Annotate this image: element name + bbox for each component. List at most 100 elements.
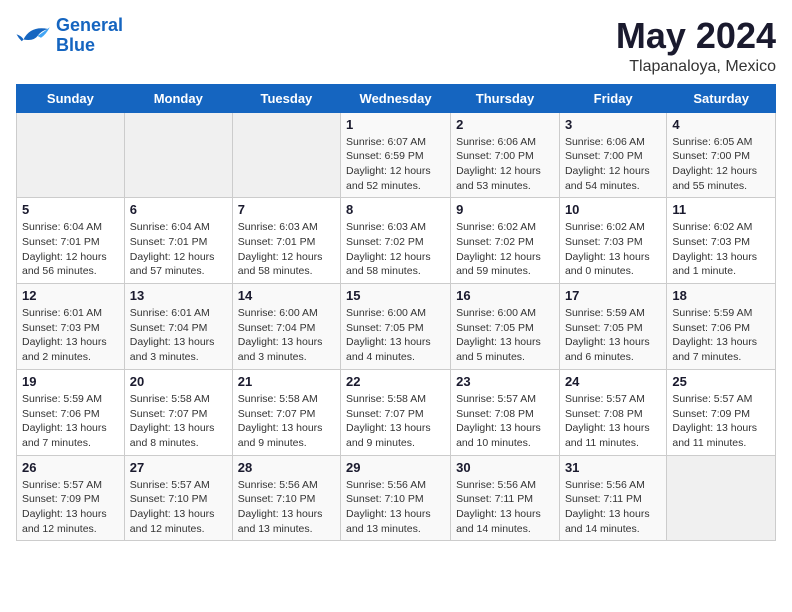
calendar-cell	[232, 112, 340, 198]
page-header: General Blue May 2024 Tlapanaloya, Mexic…	[16, 16, 776, 76]
day-info: Sunrise: 5:57 AM Sunset: 7:08 PM Dayligh…	[565, 392, 661, 451]
day-number: 20	[130, 374, 227, 389]
day-number: 15	[346, 288, 445, 303]
calendar-week-4: 19 Sunrise: 5:59 AM Sunset: 7:06 PM Dayli…	[17, 369, 776, 455]
calendar-cell: 10 Sunrise: 6:02 AM Sunset: 7:03 PM Dayli…	[559, 198, 666, 284]
calendar-cell: 29 Sunrise: 5:56 AM Sunset: 7:10 PM Dayli…	[341, 455, 451, 541]
day-info: Sunrise: 6:00 AM Sunset: 7:05 PM Dayligh…	[346, 306, 445, 365]
calendar-cell: 18 Sunrise: 5:59 AM Sunset: 7:06 PM Dayli…	[667, 284, 776, 370]
day-info: Sunrise: 6:05 AM Sunset: 7:00 PM Dayligh…	[672, 135, 770, 194]
day-number: 18	[672, 288, 770, 303]
day-number: 25	[672, 374, 770, 389]
day-number: 2	[456, 117, 554, 132]
day-number: 11	[672, 202, 770, 217]
calendar-cell: 12Sunrise: 6:01 AM Sunset: 7:03 PM Dayli…	[17, 284, 125, 370]
calendar-week-2: 5Sunrise: 6:04 AM Sunset: 7:01 PM Daylig…	[17, 198, 776, 284]
day-number: 12	[22, 288, 119, 303]
calendar-cell: 9 Sunrise: 6:02 AM Sunset: 7:02 PM Daylig…	[451, 198, 560, 284]
day-number: 4	[672, 117, 770, 132]
day-number: 26	[22, 460, 119, 475]
day-info: Sunrise: 5:56 AM Sunset: 7:10 PM Dayligh…	[346, 478, 445, 537]
day-number: 27	[130, 460, 227, 475]
day-info: Sunrise: 5:57 AM Sunset: 7:09 PM Dayligh…	[672, 392, 770, 451]
calendar-week-5: 26 Sunrise: 5:57 AM Sunset: 7:09 PM Dayli…	[17, 455, 776, 541]
calendar-cell: 31Sunrise: 5:56 AM Sunset: 7:11 PM Dayli…	[559, 455, 666, 541]
calendar-cell: 20 Sunrise: 5:58 AM Sunset: 7:07 PM Dayli…	[124, 369, 232, 455]
calendar-cell: 24 Sunrise: 5:57 AM Sunset: 7:08 PM Dayli…	[559, 369, 666, 455]
day-info: Sunrise: 6:06 AM Sunset: 7:00 PM Dayligh…	[456, 135, 554, 194]
calendar-cell: 2 Sunrise: 6:06 AM Sunset: 7:00 PM Daylig…	[451, 112, 560, 198]
day-info: Sunrise: 5:59 AM Sunset: 7:06 PM Dayligh…	[22, 392, 119, 451]
logo-text: General Blue	[56, 16, 123, 56]
calendar-cell: 17 Sunrise: 5:59 AM Sunset: 7:05 PM Dayli…	[559, 284, 666, 370]
weekday-header-row: SundayMondayTuesdayWednesdayThursdayFrid…	[17, 84, 776, 112]
calendar-cell: 14 Sunrise: 6:00 AM Sunset: 7:04 PM Dayli…	[232, 284, 340, 370]
day-info: Sunrise: 5:56 AM Sunset: 7:11 PM Dayligh…	[565, 478, 661, 537]
day-info: Sunrise: 5:57 AM Sunset: 7:09 PM Dayligh…	[22, 478, 119, 537]
calendar-cell: 19 Sunrise: 5:59 AM Sunset: 7:06 PM Dayli…	[17, 369, 125, 455]
day-info: Sunrise: 6:02 AM Sunset: 7:03 PM Dayligh…	[672, 220, 770, 279]
calendar-cell: 3Sunrise: 6:06 AM Sunset: 7:00 PM Daylig…	[559, 112, 666, 198]
day-number: 3	[565, 117, 661, 132]
day-info: Sunrise: 5:58 AM Sunset: 7:07 PM Dayligh…	[346, 392, 445, 451]
calendar-cell: 11 Sunrise: 6:02 AM Sunset: 7:03 PM Dayli…	[667, 198, 776, 284]
day-info: Sunrise: 5:58 AM Sunset: 7:07 PM Dayligh…	[238, 392, 335, 451]
day-info: Sunrise: 6:03 AM Sunset: 7:02 PM Dayligh…	[346, 220, 445, 279]
calendar-cell: 21 Sunrise: 5:58 AM Sunset: 7:07 PM Dayli…	[232, 369, 340, 455]
day-number: 16	[456, 288, 554, 303]
calendar-cell: 23Sunrise: 5:57 AM Sunset: 7:08 PM Dayli…	[451, 369, 560, 455]
calendar-table: SundayMondayTuesdayWednesdayThursdayFrid…	[16, 84, 776, 542]
weekday-header-monday: Monday	[124, 84, 232, 112]
calendar-cell: 15 Sunrise: 6:00 AM Sunset: 7:05 PM Dayli…	[341, 284, 451, 370]
day-number: 1	[346, 117, 445, 132]
calendar-cell: 8Sunrise: 6:03 AM Sunset: 7:02 PM Daylig…	[341, 198, 451, 284]
logo-bird-icon	[16, 22, 52, 50]
calendar-week-1: 1 Sunrise: 6:07 AM Sunset: 6:59 PM Daylig…	[17, 112, 776, 198]
calendar-cell: 30Sunrise: 5:56 AM Sunset: 7:11 PM Dayli…	[451, 455, 560, 541]
day-number: 10	[565, 202, 661, 217]
day-info: Sunrise: 6:04 AM Sunset: 7:01 PM Dayligh…	[22, 220, 119, 279]
day-info: Sunrise: 6:03 AM Sunset: 7:01 PM Dayligh…	[238, 220, 335, 279]
month-year: May 2024	[616, 16, 776, 56]
day-info: Sunrise: 5:59 AM Sunset: 7:05 PM Dayligh…	[565, 306, 661, 365]
day-number: 24	[565, 374, 661, 389]
day-info: Sunrise: 6:02 AM Sunset: 7:03 PM Dayligh…	[565, 220, 661, 279]
day-number: 17	[565, 288, 661, 303]
day-number: 21	[238, 374, 335, 389]
calendar-cell: 6Sunrise: 6:04 AM Sunset: 7:01 PM Daylig…	[124, 198, 232, 284]
logo-line2: Blue	[56, 35, 95, 55]
logo: General Blue	[16, 16, 123, 56]
day-number: 13	[130, 288, 227, 303]
day-info: Sunrise: 6:02 AM Sunset: 7:02 PM Dayligh…	[456, 220, 554, 279]
calendar-body: 1 Sunrise: 6:07 AM Sunset: 6:59 PM Daylig…	[17, 112, 776, 541]
calendar-cell: 13 Sunrise: 6:01 AM Sunset: 7:04 PM Dayli…	[124, 284, 232, 370]
day-info: Sunrise: 5:59 AM Sunset: 7:06 PM Dayligh…	[672, 306, 770, 365]
title-block: May 2024 Tlapanaloya, Mexico	[616, 16, 776, 76]
location: Tlapanaloya, Mexico	[616, 58, 776, 76]
day-info: Sunrise: 5:58 AM Sunset: 7:07 PM Dayligh…	[130, 392, 227, 451]
calendar-cell	[667, 455, 776, 541]
day-number: 14	[238, 288, 335, 303]
calendar-cell: 25 Sunrise: 5:57 AM Sunset: 7:09 PM Dayli…	[667, 369, 776, 455]
calendar-cell: 1 Sunrise: 6:07 AM Sunset: 6:59 PM Daylig…	[341, 112, 451, 198]
day-info: Sunrise: 5:57 AM Sunset: 7:08 PM Dayligh…	[456, 392, 554, 451]
calendar-cell: 26 Sunrise: 5:57 AM Sunset: 7:09 PM Dayli…	[17, 455, 125, 541]
day-info: Sunrise: 5:56 AM Sunset: 7:11 PM Dayligh…	[456, 478, 554, 537]
day-info: Sunrise: 6:07 AM Sunset: 6:59 PM Dayligh…	[346, 135, 445, 194]
calendar-cell: 4 Sunrise: 6:05 AM Sunset: 7:00 PM Daylig…	[667, 112, 776, 198]
day-number: 19	[22, 374, 119, 389]
day-number: 6	[130, 202, 227, 217]
calendar-cell: 28 Sunrise: 5:56 AM Sunset: 7:10 PM Dayli…	[232, 455, 340, 541]
calendar-cell	[17, 112, 125, 198]
calendar-cell: 16 Sunrise: 6:00 AM Sunset: 7:05 PM Dayli…	[451, 284, 560, 370]
day-number: 29	[346, 460, 445, 475]
day-info: Sunrise: 6:00 AM Sunset: 7:04 PM Dayligh…	[238, 306, 335, 365]
day-number: 22	[346, 374, 445, 389]
calendar-cell	[124, 112, 232, 198]
day-info: Sunrise: 5:56 AM Sunset: 7:10 PM Dayligh…	[238, 478, 335, 537]
day-number: 28	[238, 460, 335, 475]
day-info: Sunrise: 6:01 AM Sunset: 7:04 PM Dayligh…	[130, 306, 227, 365]
day-number: 9	[456, 202, 554, 217]
weekday-header-wednesday: Wednesday	[341, 84, 451, 112]
day-info: Sunrise: 6:00 AM Sunset: 7:05 PM Dayligh…	[456, 306, 554, 365]
